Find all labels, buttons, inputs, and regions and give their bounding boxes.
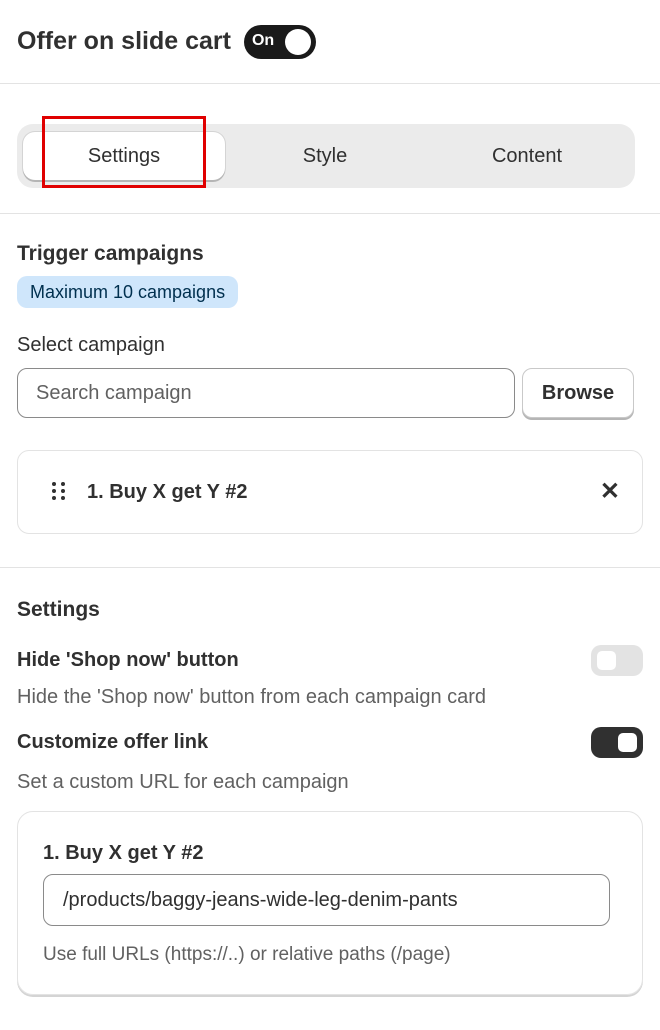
toggle-knob <box>284 28 311 55</box>
tab-content[interactable]: Content <box>425 132 629 180</box>
search-row: Browse <box>17 368 643 418</box>
settings-section: Settings Hide 'Shop now' button Hide the… <box>0 568 660 995</box>
tabs-section: Settings Style Content <box>0 84 660 214</box>
max-campaigns-badge: Maximum 10 campaigns <box>17 276 239 308</box>
hide-shop-now-row: Hide 'Shop now' button <box>17 645 643 676</box>
custom-url-input[interactable] <box>43 874 610 926</box>
customize-link-switch[interactable] <box>591 727 643 758</box>
url-help-text: Use full URLs (https://..) or relative p… <box>43 944 451 965</box>
customize-link-help: Set a custom URL for each campaign <box>17 771 349 793</box>
remove-campaign-close-icon[interactable]: ✕ <box>600 480 620 504</box>
custom-link-card: 1. Buy X get Y #2 Use full URLs (https:/… <box>17 811 643 995</box>
tab-style[interactable]: Style <box>225 132 425 180</box>
drag-handle-icon[interactable] <box>52 482 66 502</box>
hide-shop-now-label: Hide 'Shop now' button <box>17 649 239 671</box>
tab-settings[interactable]: Settings <box>23 132 225 180</box>
select-campaign-label: Select campaign <box>17 334 165 356</box>
hide-shop-now-switch[interactable] <box>591 645 643 676</box>
switch-knob <box>597 651 616 670</box>
trigger-campaigns-title: Trigger campaigns <box>17 242 204 265</box>
campaign-list-item: 1. Buy X get Y #2 ✕ <box>17 450 643 534</box>
link-card-campaign-name: 1. Buy X get Y #2 <box>43 842 204 864</box>
customize-link-row: Customize offer link <box>17 727 643 758</box>
header: Offer on slide cart On <box>0 0 660 84</box>
trigger-campaigns-section: Trigger campaigns Maximum 10 campaigns S… <box>0 214 660 568</box>
hide-shop-now-help: Hide the 'Shop now' button from each cam… <box>17 686 487 708</box>
settings-title: Settings <box>17 598 100 621</box>
switch-knob <box>618 733 637 752</box>
page-title: Offer on slide cart <box>17 27 231 55</box>
search-campaign-input[interactable] <box>17 368 515 418</box>
toggle-label: On <box>251 31 275 49</box>
customize-link-label: Customize offer link <box>17 731 209 753</box>
tab-bar: Settings Style Content <box>17 124 635 188</box>
campaign-name: 1. Buy X get Y #2 <box>87 480 248 503</box>
offer-enabled-toggle[interactable]: On <box>243 24 316 59</box>
browse-button[interactable]: Browse <box>522 368 634 418</box>
